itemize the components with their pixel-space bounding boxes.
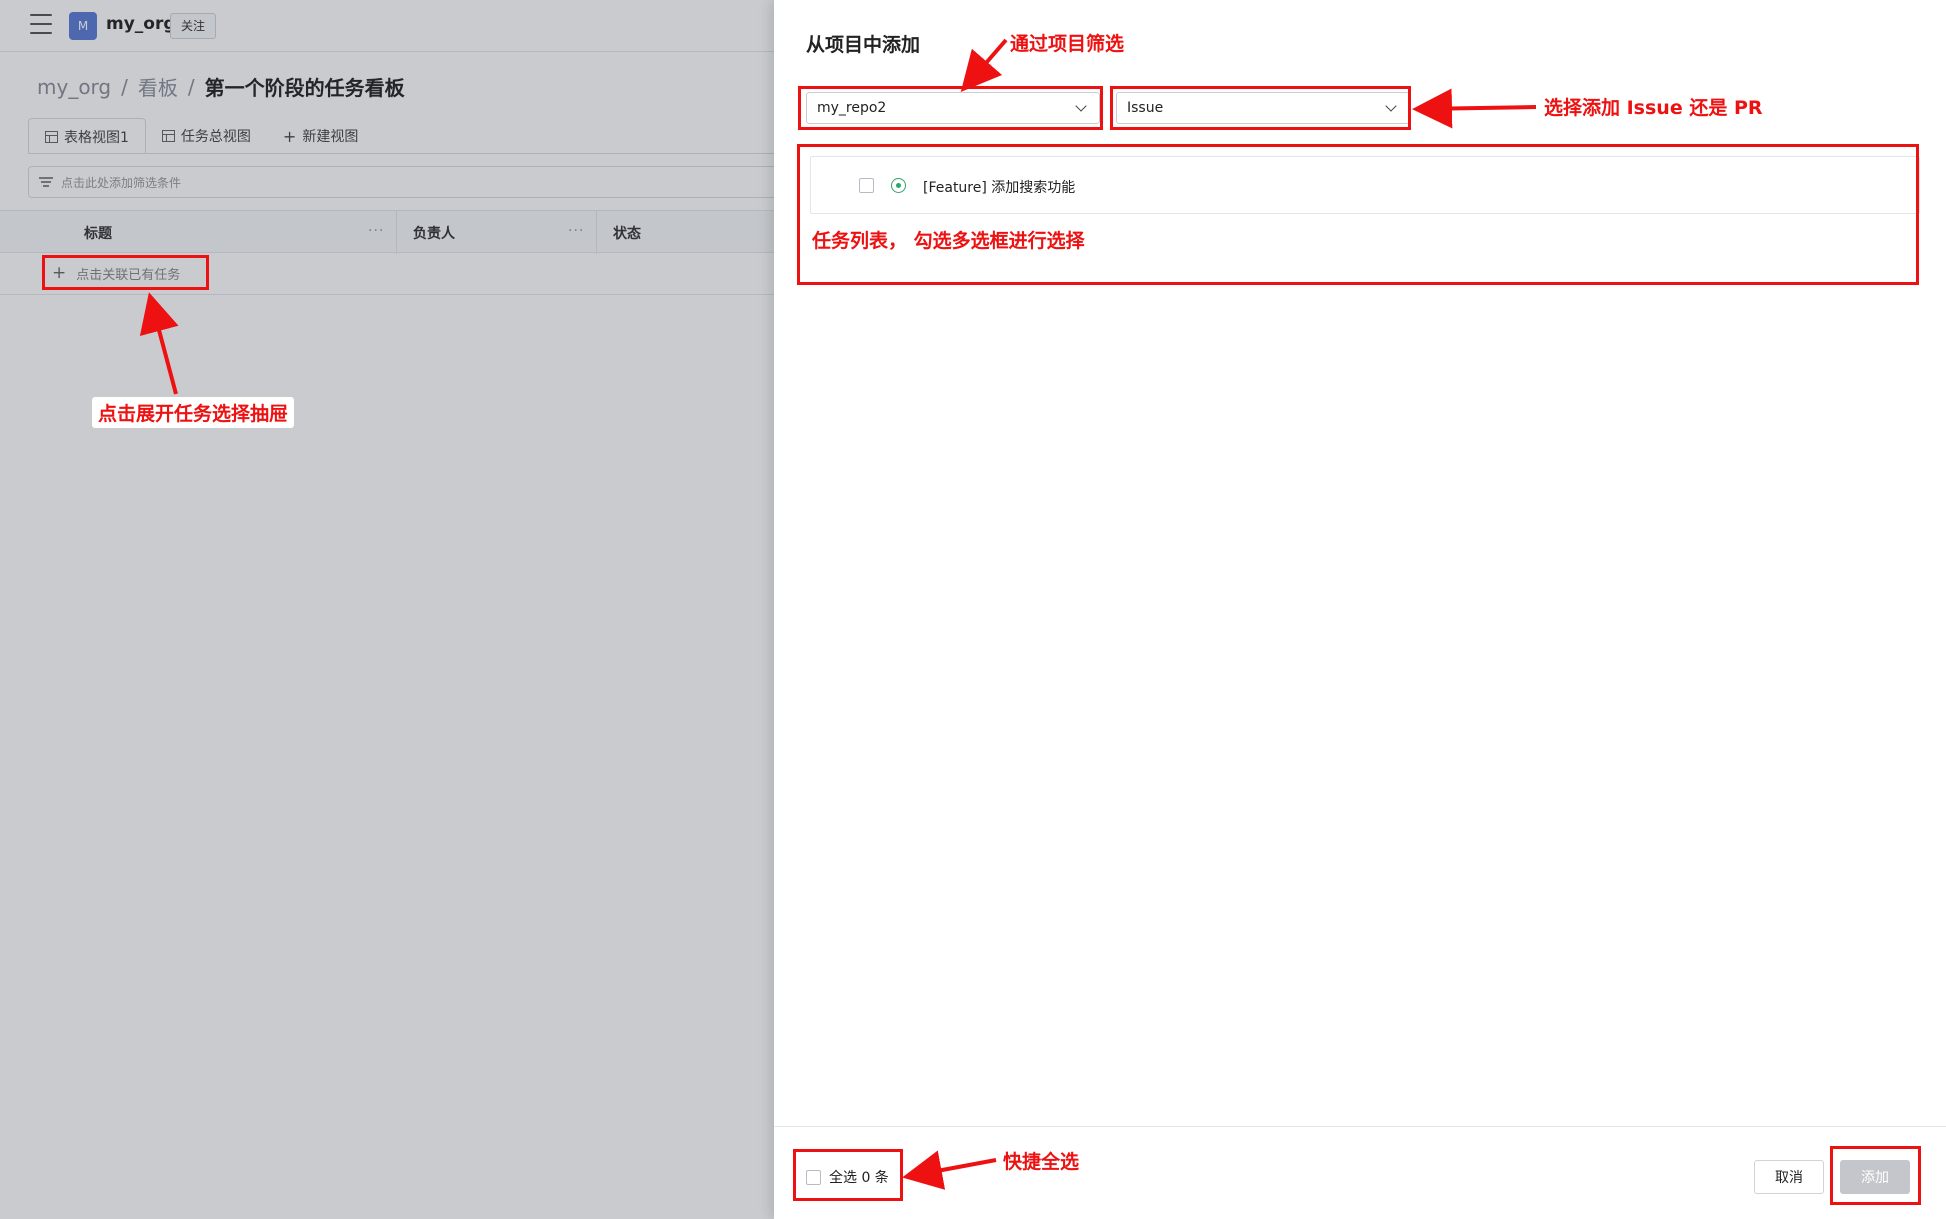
highlight-box-add-button — [1830, 1146, 1921, 1205]
highlight-box-add-row — [42, 255, 209, 290]
annotation-task-list: 任务列表， 勾选多选框进行选择 — [812, 230, 1085, 252]
cancel-button[interactable]: 取消 — [1754, 1160, 1824, 1194]
drawer-title: 从项目中添加 — [806, 34, 921, 56]
drawer-footer: 全选 0 条 取消 添加 — [774, 1126, 1946, 1219]
highlight-box-select-all — [793, 1149, 903, 1201]
annotation-open-drawer: 点击展开任务选择抽屉 — [92, 397, 295, 428]
highlight-box-task-list — [797, 144, 1919, 285]
annotation-quick-select-all: 快捷全选 — [1003, 1151, 1080, 1173]
annotation-filter-by-project: 通过项目筛选 — [1010, 33, 1125, 55]
annotation-choose-type: 选择添加 Issue 还是 PR — [1544, 97, 1763, 119]
highlight-box-repo-select — [798, 86, 1103, 130]
drawer-mask[interactable] — [0, 0, 774, 1219]
highlight-box-type-select — [1110, 86, 1411, 130]
